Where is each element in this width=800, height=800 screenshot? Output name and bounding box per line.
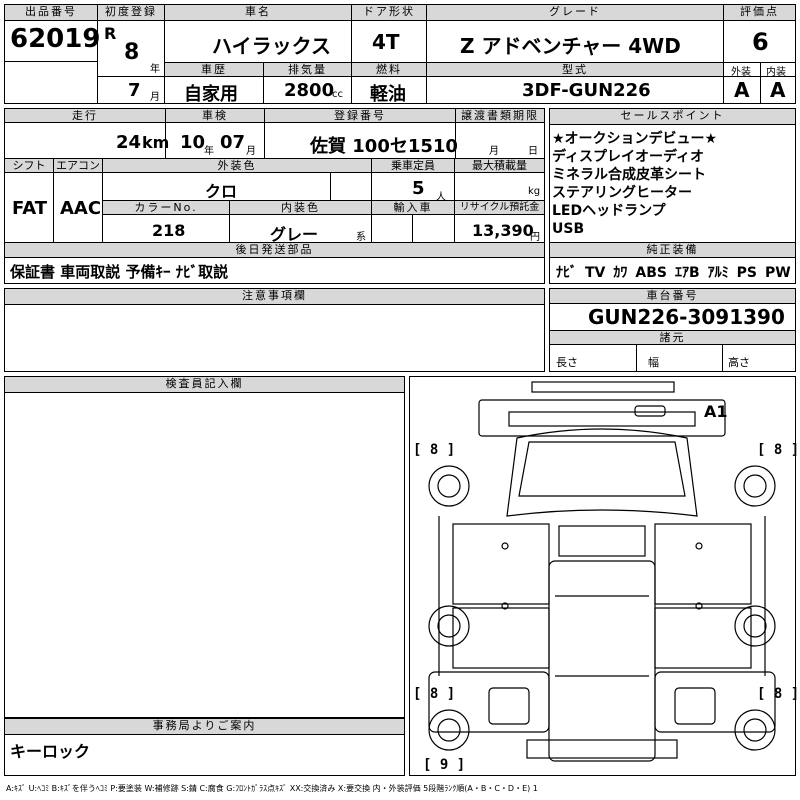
transfer-day: 日 xyxy=(528,146,538,157)
history: 自家用 xyxy=(184,84,238,105)
interior-color-label: 内装色 xyxy=(230,201,371,215)
score: 6 xyxy=(752,28,769,56)
shift-label: シフト xyxy=(5,159,53,173)
sales-points-list: ★オークションデビュー★ ディスプレイオーディオ ミネラル合成皮革シート ステア… xyxy=(552,130,717,238)
equipment-label: 純正装備 xyxy=(550,243,795,258)
max-load-unit: kg xyxy=(528,186,541,197)
lot-number: 62019 xyxy=(10,24,101,54)
recycle-fee-unit: 円 xyxy=(530,232,540,243)
door-type: 4T xyxy=(372,30,400,54)
car-diagram xyxy=(428,381,776,762)
inspection-month: 07 xyxy=(220,132,246,153)
chassis-number-label: 車台番号 xyxy=(550,289,795,304)
office-notice: キーロック xyxy=(10,742,91,761)
interior-grade-label: 内装 xyxy=(766,67,786,78)
registration-number: 佐賀 100セ1510 xyxy=(310,136,458,157)
inspector-notes-label: 検査員記入欄 xyxy=(5,377,404,393)
aircon: AAC xyxy=(60,198,102,219)
month-unit: 月 xyxy=(150,92,160,103)
office-notice-label: 事務局よりご案内 xyxy=(5,719,404,735)
transfer-month: 月 xyxy=(489,146,499,157)
later-parts: 保証書 車両取説 予備ｷｰ ﾅﾋﾞ取説 xyxy=(10,263,229,281)
mileage-unit: km xyxy=(142,133,170,152)
sales-point-item: ステアリングヒーター xyxy=(552,185,692,201)
recycle-fee-label: リサイクル預託金 xyxy=(455,201,544,215)
exterior-grade: A xyxy=(734,78,750,102)
first-reg-year: 8 xyxy=(124,40,140,65)
first-registration-label: 初度登録 xyxy=(98,5,164,21)
exterior-color: クロ xyxy=(205,182,238,201)
inspector-box xyxy=(4,376,405,718)
registration-label: 登録番号 xyxy=(265,109,455,123)
inspection-year: 10 xyxy=(180,132,206,153)
sales-point-item: ディスプレイオーディオ xyxy=(552,149,705,165)
inspection-label: 車検 xyxy=(166,109,264,123)
color-number-label: カラーNo. xyxy=(103,201,229,215)
sales-point-item: ★オークションデビュー★ xyxy=(552,131,718,147)
score-label: 評価点 xyxy=(724,5,795,21)
sales-point-item: ミネラル合成皮革シート xyxy=(552,167,706,183)
tyre-front-right: [ 8 ] xyxy=(757,442,800,458)
transfer-deadline-label: 譲渡書類期限 xyxy=(456,109,544,123)
door-label: ドア形状 xyxy=(352,5,426,21)
later-parts-label: 後日発送部品 xyxy=(5,243,544,258)
fuel: 軽油 xyxy=(370,84,406,105)
equipment-item: ｶﾜ xyxy=(613,265,628,281)
model-code: 3DF-GUN226 xyxy=(522,80,651,101)
tyre-rear-left: [ 8 ] xyxy=(413,686,456,702)
equipment-item: ｴｱB xyxy=(674,265,700,281)
equipment-item: ABS xyxy=(635,265,667,281)
displacement-unit: cc xyxy=(332,89,343,100)
exterior-grade-label: 外装 xyxy=(731,67,751,78)
shift: FAT xyxy=(12,198,48,219)
sales-point-item: LEDヘッドランプ xyxy=(552,203,666,219)
spare-tyre: [ 9 ] xyxy=(423,757,466,773)
notes-label: 注意事項欄 xyxy=(5,289,544,305)
max-load-label: 最大積載量 xyxy=(455,159,544,173)
recycle-fee: 13,390 xyxy=(472,221,534,240)
grade: Z アドベンチャー 4WD xyxy=(460,34,681,58)
specs-label: 諸元 xyxy=(550,331,795,345)
equipment-item: ｱﾙﾐ xyxy=(707,265,729,281)
color-number: 218 xyxy=(152,221,186,240)
equipment-item: ﾅﾋﾞ xyxy=(556,265,577,281)
mileage-label: 走行 xyxy=(5,109,165,123)
equipment-item: TV xyxy=(585,265,606,281)
tyre-front-left: [ 8 ] xyxy=(413,442,456,458)
fuel-label: 燃料 xyxy=(352,63,426,77)
era: R xyxy=(104,24,117,43)
sales-point-item: USB xyxy=(552,221,585,237)
equipment-item: PW xyxy=(765,265,791,281)
lot-number-label: 出品番号 xyxy=(5,5,97,21)
mileage: 24 xyxy=(116,132,142,153)
chassis-number: GUN226-3091390 xyxy=(588,305,785,329)
inspection-year-unit: 年 xyxy=(204,146,214,157)
car-name-label: 車名 xyxy=(165,5,351,21)
interior-color-unit: 系 xyxy=(356,232,366,243)
displacement-label: 排気量 xyxy=(264,63,351,77)
displacement: 2800 xyxy=(284,80,335,101)
spec-width: 幅 xyxy=(648,356,659,369)
equipment-list: ﾅﾋﾞ TV ｶﾜ ABS ｴｱB ｱﾙﾐ PS PW xyxy=(556,262,791,282)
grade-label: グレード xyxy=(427,5,723,21)
sales-points-label: セールスポイント xyxy=(550,109,795,125)
damage-mark-a1: A1 xyxy=(704,402,728,421)
year-unit: 年 xyxy=(150,64,160,75)
car-name: ハイラックス xyxy=(212,34,331,58)
capacity-label: 乗車定員 xyxy=(372,159,454,173)
model-label: 型式 xyxy=(427,63,723,77)
inspection-month-unit: 月 xyxy=(246,146,256,157)
tyre-rear-right: [ 8 ] xyxy=(757,686,800,702)
aircon-label: エアコン xyxy=(54,159,102,173)
spec-height: 高さ xyxy=(728,356,750,369)
spec-length: 長さ xyxy=(556,356,578,369)
history-label: 車歴 xyxy=(165,63,263,77)
exterior-color-label: 外装色 xyxy=(103,159,371,173)
legend: A:ｷｽﾞ U:ﾍｺﾐ B:ｷｽﾞを伴うﾍｺﾐ P:要塗装 W:補修跡 S:錆 … xyxy=(6,784,538,793)
capacity: 5 xyxy=(412,178,425,199)
interior-grade: A xyxy=(770,78,786,102)
import-label: 輸入車 xyxy=(372,201,454,215)
first-reg-month: 7 xyxy=(128,80,141,101)
equipment-item: PS xyxy=(736,265,757,281)
